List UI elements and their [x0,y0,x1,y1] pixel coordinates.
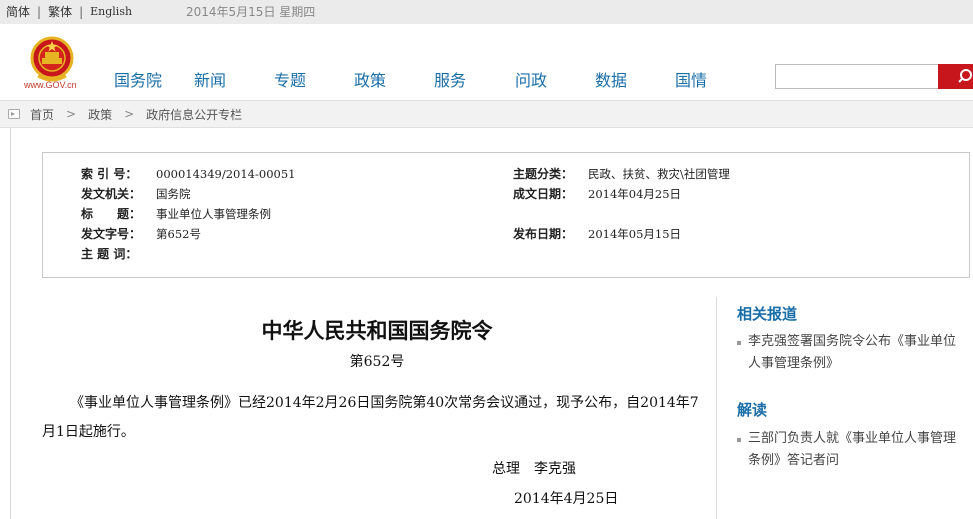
interpretation-link[interactable]: 三部门负责人就《事业单位人事管理条例》答记者问 [737,428,967,472]
nav-inquiry[interactable]: 问政 [515,67,595,91]
title-label: 标 题： [81,207,142,221]
publish-date-label: 发布日期： [513,227,574,241]
meta-row: 发文机关： 国务院 成文日期： 2014年04月25日 [43,185,969,203]
breadcrumb-disclosure[interactable]: 政府信息公开专栏 [146,106,242,123]
nav-national-conditions[interactable]: 国情 [675,67,707,91]
document-metadata-table: 索 引 号： 000014349/2014-00051 主题分类： 民政、扶贫、… [42,152,970,278]
nav-services[interactable]: 服务 [434,67,515,91]
sidebar-divider [716,297,717,519]
search-input[interactable] [775,64,938,89]
content-left-border [10,128,11,519]
site-domain-text: www.GOV.cn [24,80,77,90]
meta-row: 发文字号： 第652号 发布日期： 2014年05月15日 [43,225,969,243]
breadcrumb-home[interactable]: 首页 [30,106,54,123]
nav-policy[interactable]: 政策 [354,67,434,91]
divider: | [37,4,42,19]
lang-traditional-link[interactable]: 繁体 [48,3,72,20]
chevron-right-icon: > [66,107,77,121]
language-switcher: 简体 | 繁体 | English [6,3,132,20]
search-icon [958,69,972,83]
home-icon[interactable] [8,109,20,119]
decree-number: 第652号 [349,354,405,370]
nav-topics[interactable]: 专题 [274,67,354,91]
current-date: 2014年5月15日 星期四 [186,5,316,19]
lang-simplified-link[interactable]: 简体 [6,3,30,20]
title-value: 事业单位人事管理条例 [156,207,271,221]
interpretation-heading: 解读 [737,401,768,419]
meta-row: 主 题 词： [43,245,969,263]
decree-date: 2014年4月25日 [514,491,619,507]
decree-signer: 总理 李克强 [492,461,576,477]
category-value: 民政、扶贫、救灾\社团管理 [588,167,730,181]
publish-date-value: 2014年05月15日 [588,227,682,241]
issuer-value: 国务院 [156,187,191,201]
breadcrumb-policy[interactable]: 政策 [88,106,112,123]
site-header: www.GOV.cn 国务院 新闻 专题 政策 服务 问政 数据 国情 [0,24,973,98]
doc-no-label: 发文字号： [81,227,142,241]
meta-row: 索 引 号： 000014349/2014-00051 主题分类： 民政、扶贫、… [43,165,969,183]
interpretation-text: 三部门负责人就《事业单位人事管理条例》答记者问 [748,431,957,468]
related-reports-heading: 相关报道 [737,305,798,323]
doc-no-value: 第652号 [156,227,201,241]
meta-row: 标 题： 事业单位人事管理条例 [43,205,969,223]
related-report-link[interactable]: 李克强签署国务院令公布《事业单位人事管理条例》 [737,331,967,375]
category-label: 主题分类： [513,167,574,181]
decree-title: 中华人民共和国国务院令 [261,318,493,343]
bullet-icon [737,341,741,345]
index-no-label: 索 引 号： [81,167,138,181]
nav-news[interactable]: 新闻 [194,67,274,91]
index-no-value: 000014349/2014-00051 [156,167,296,181]
lang-english-link[interactable]: English [90,5,132,18]
written-date-value: 2014年04月25日 [588,187,682,201]
chevron-right-icon: > [124,107,135,121]
nav-state-council[interactable]: 国务院 [114,67,194,91]
decree-body: 《事业单位人事管理条例》已经2014年2月26日国务院第40次常务会议通过，现予… [42,395,699,440]
search-box [775,64,973,89]
main-nav: 国务院 新闻 专题 政策 服务 问政 数据 国情 [114,67,707,91]
keywords-label: 主 题 词： [81,247,138,261]
bullet-icon [737,438,741,442]
search-button[interactable] [938,64,973,89]
nav-data[interactable]: 数据 [595,67,675,91]
divider: | [79,4,84,19]
written-date-label: 成文日期： [513,187,574,201]
breadcrumb: 首页 > 政策 > 政府信息公开专栏 [0,100,973,128]
top-utility-bar: 简体 | 繁体 | English 2014年5月15日 星期四 [0,0,973,24]
related-report-text: 李克强签署国务院令公布《事业单位人事管理条例》 [748,334,957,371]
issuer-label: 发文机关： [81,187,142,201]
